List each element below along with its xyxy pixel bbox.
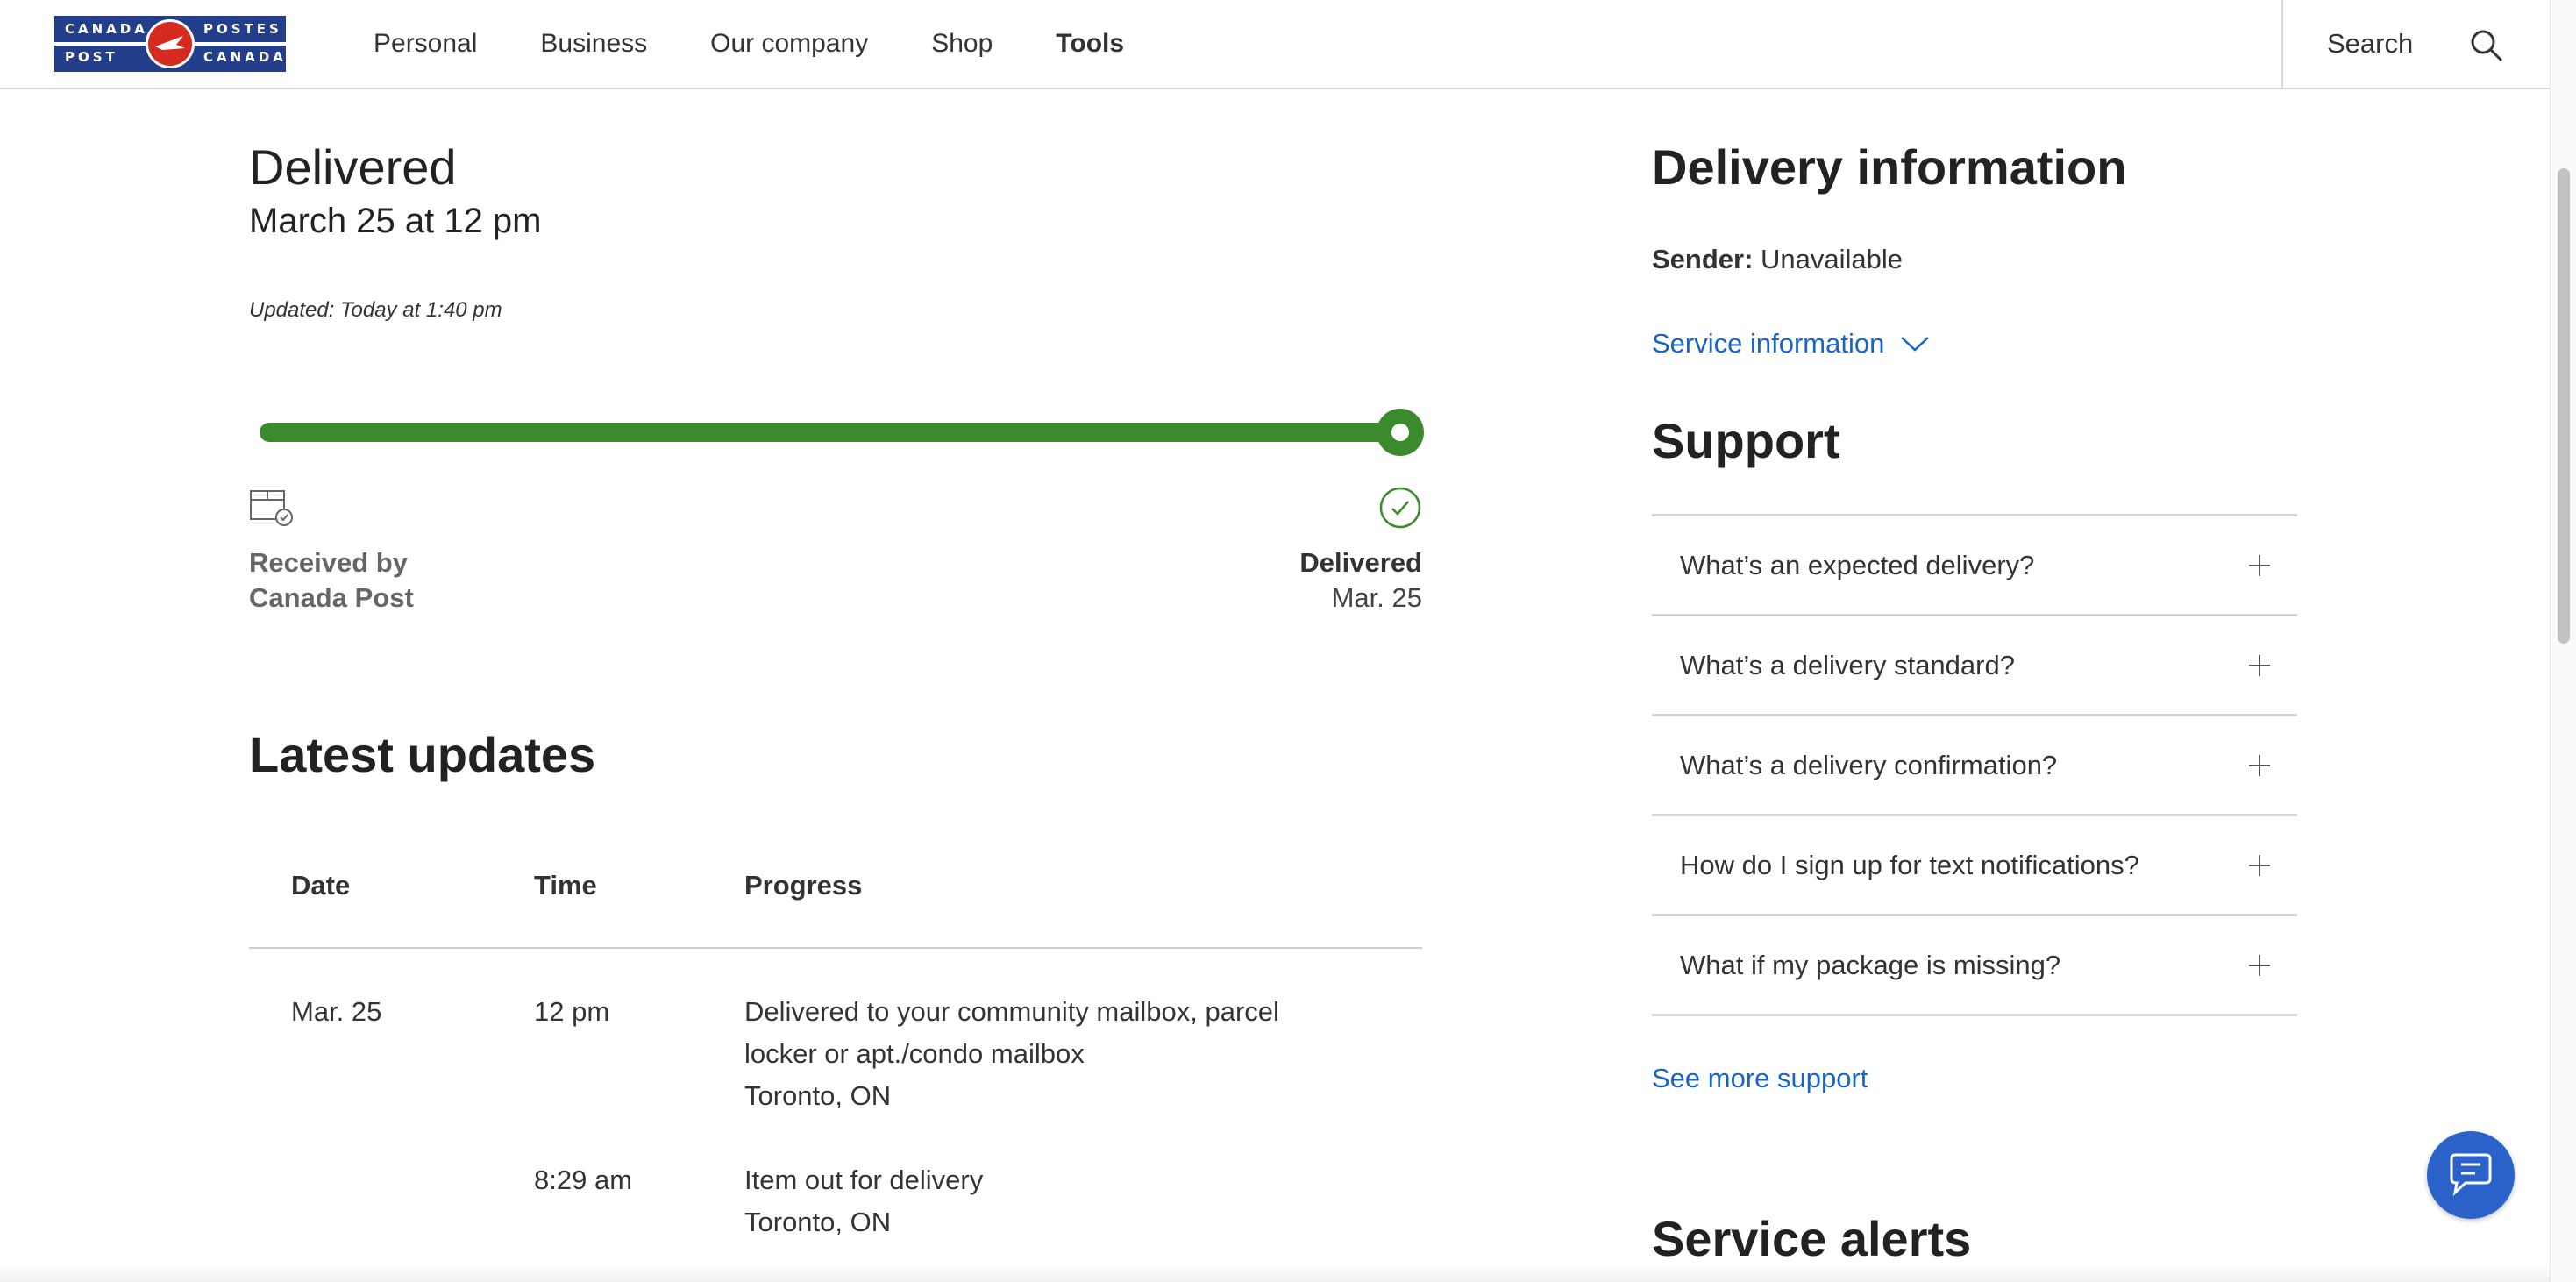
milestone-delivered-date: Mar. 25 xyxy=(1331,582,1422,613)
milestone-delivered-label: Delivered xyxy=(1299,547,1422,578)
package-received-icon xyxy=(250,490,293,526)
scrollbar-thumb[interactable] xyxy=(2558,168,2570,644)
faq-question: What’s a delivery standard? xyxy=(1680,649,2015,680)
faq-question: What if my package is missing? xyxy=(1680,949,2061,980)
logo-text-postes: POSTES xyxy=(203,21,282,37)
column-header-progress: Progress xyxy=(744,870,863,901)
column-header-time: Time xyxy=(534,870,597,901)
row-2-progress-line-1: Item out for delivery xyxy=(744,1164,984,1195)
viewport-bottom-shadow xyxy=(0,1263,2550,1282)
plus-icon xyxy=(2249,855,2270,876)
faq-item-delivery-standard[interactable]: What’s a delivery standard? xyxy=(1652,616,2297,716)
plus-icon xyxy=(2249,655,2270,676)
see-more-support-link[interactable]: See more support xyxy=(1652,1063,1868,1094)
delivery-status: Delivered xyxy=(249,139,457,195)
delivery-information-title: Delivery information xyxy=(1652,139,2127,195)
row-2-location: Toronto, ON xyxy=(744,1207,892,1237)
row-1-progress-line-2: locker or apt./condo mailbox xyxy=(744,1038,1085,1069)
main-nav: Personal Business Our company Shop Tools xyxy=(374,0,1187,88)
search-button[interactable]: Search xyxy=(2281,0,2550,88)
row-1-progress-line-1: Delivered to your community mailbox, par… xyxy=(744,996,1279,1027)
faq-question: What’s a delivery confirmation? xyxy=(1680,749,2058,780)
last-updated: Updated: Today at 1:40 pm xyxy=(249,298,502,322)
chevron-down-icon xyxy=(1901,337,1930,352)
nav-business[interactable]: Business xyxy=(540,29,647,59)
delivered-check-icon xyxy=(1379,487,1421,529)
sender-info: Sender: Unavailable xyxy=(1652,244,1903,275)
faq-item-expected-delivery[interactable]: What’s an expected delivery? xyxy=(1652,516,2297,616)
chat-button[interactable] xyxy=(2427,1131,2515,1219)
nav-tools[interactable]: Tools xyxy=(1056,29,1124,59)
chat-bubble-icon xyxy=(2450,1153,2492,1197)
faq-question: What’s an expected delivery? xyxy=(1680,549,2035,580)
service-information-toggle[interactable]: Service information xyxy=(1652,328,1930,360)
logo-eagle-icon xyxy=(146,19,195,68)
milestone-received-label: Received by Canada Post xyxy=(249,547,414,613)
faq-item-package-missing[interactable]: What if my package is missing? xyxy=(1652,916,2297,1016)
nav-personal[interactable]: Personal xyxy=(374,29,477,59)
row-1-date: Mar. 25 xyxy=(291,996,382,1027)
nav-our-company[interactable]: Our company xyxy=(710,29,868,59)
sender-value: Unavailable xyxy=(1761,244,1904,274)
faq-item-delivery-confirmation[interactable]: What’s a delivery confirmation? xyxy=(1652,716,2297,816)
faq-question: How do I sign up for text notifications? xyxy=(1680,849,2139,880)
search-label: Search xyxy=(2327,28,2414,59)
table-divider xyxy=(249,947,1422,949)
canada-post-logo[interactable]: CANADA POSTES POST CANADA xyxy=(54,16,286,72)
latest-updates-title: Latest updates xyxy=(249,727,596,782)
search-icon xyxy=(2471,30,2503,62)
service-alerts-title: Service alerts xyxy=(1652,1211,1972,1266)
support-faq-list: What’s an expected delivery? What’s a de… xyxy=(1652,514,2297,1016)
support-title: Support xyxy=(1652,413,1840,468)
logo-text-post: POST xyxy=(65,49,118,65)
nav-shop[interactable]: Shop xyxy=(931,29,993,59)
plus-icon xyxy=(2249,555,2270,576)
logo-text-canada: CANADA xyxy=(65,21,148,37)
row-1-location: Toronto, ON xyxy=(744,1080,892,1111)
row-2-time: 8:29 am xyxy=(534,1164,633,1195)
service-information-label: Service information xyxy=(1652,328,1885,359)
progress-bar xyxy=(260,423,1399,442)
sender-label: Sender: xyxy=(1652,244,1754,274)
faq-item-text-notifications[interactable]: How do I sign up for text notifications? xyxy=(1652,816,2297,916)
logo-text-canada-fr: CANADA xyxy=(203,49,287,65)
progress-end-marker xyxy=(1377,409,1424,456)
row-1-time: 12 pm xyxy=(534,996,610,1027)
plus-icon xyxy=(2249,755,2270,776)
site-header: CANADA POSTES POST CANADA Personal Busin… xyxy=(0,0,2550,89)
page-scrollbar[interactable] xyxy=(2550,0,2576,1282)
plus-icon xyxy=(2249,955,2270,976)
column-header-date: Date xyxy=(291,870,351,901)
delivery-datetime: March 25 at 12 pm xyxy=(249,202,542,240)
